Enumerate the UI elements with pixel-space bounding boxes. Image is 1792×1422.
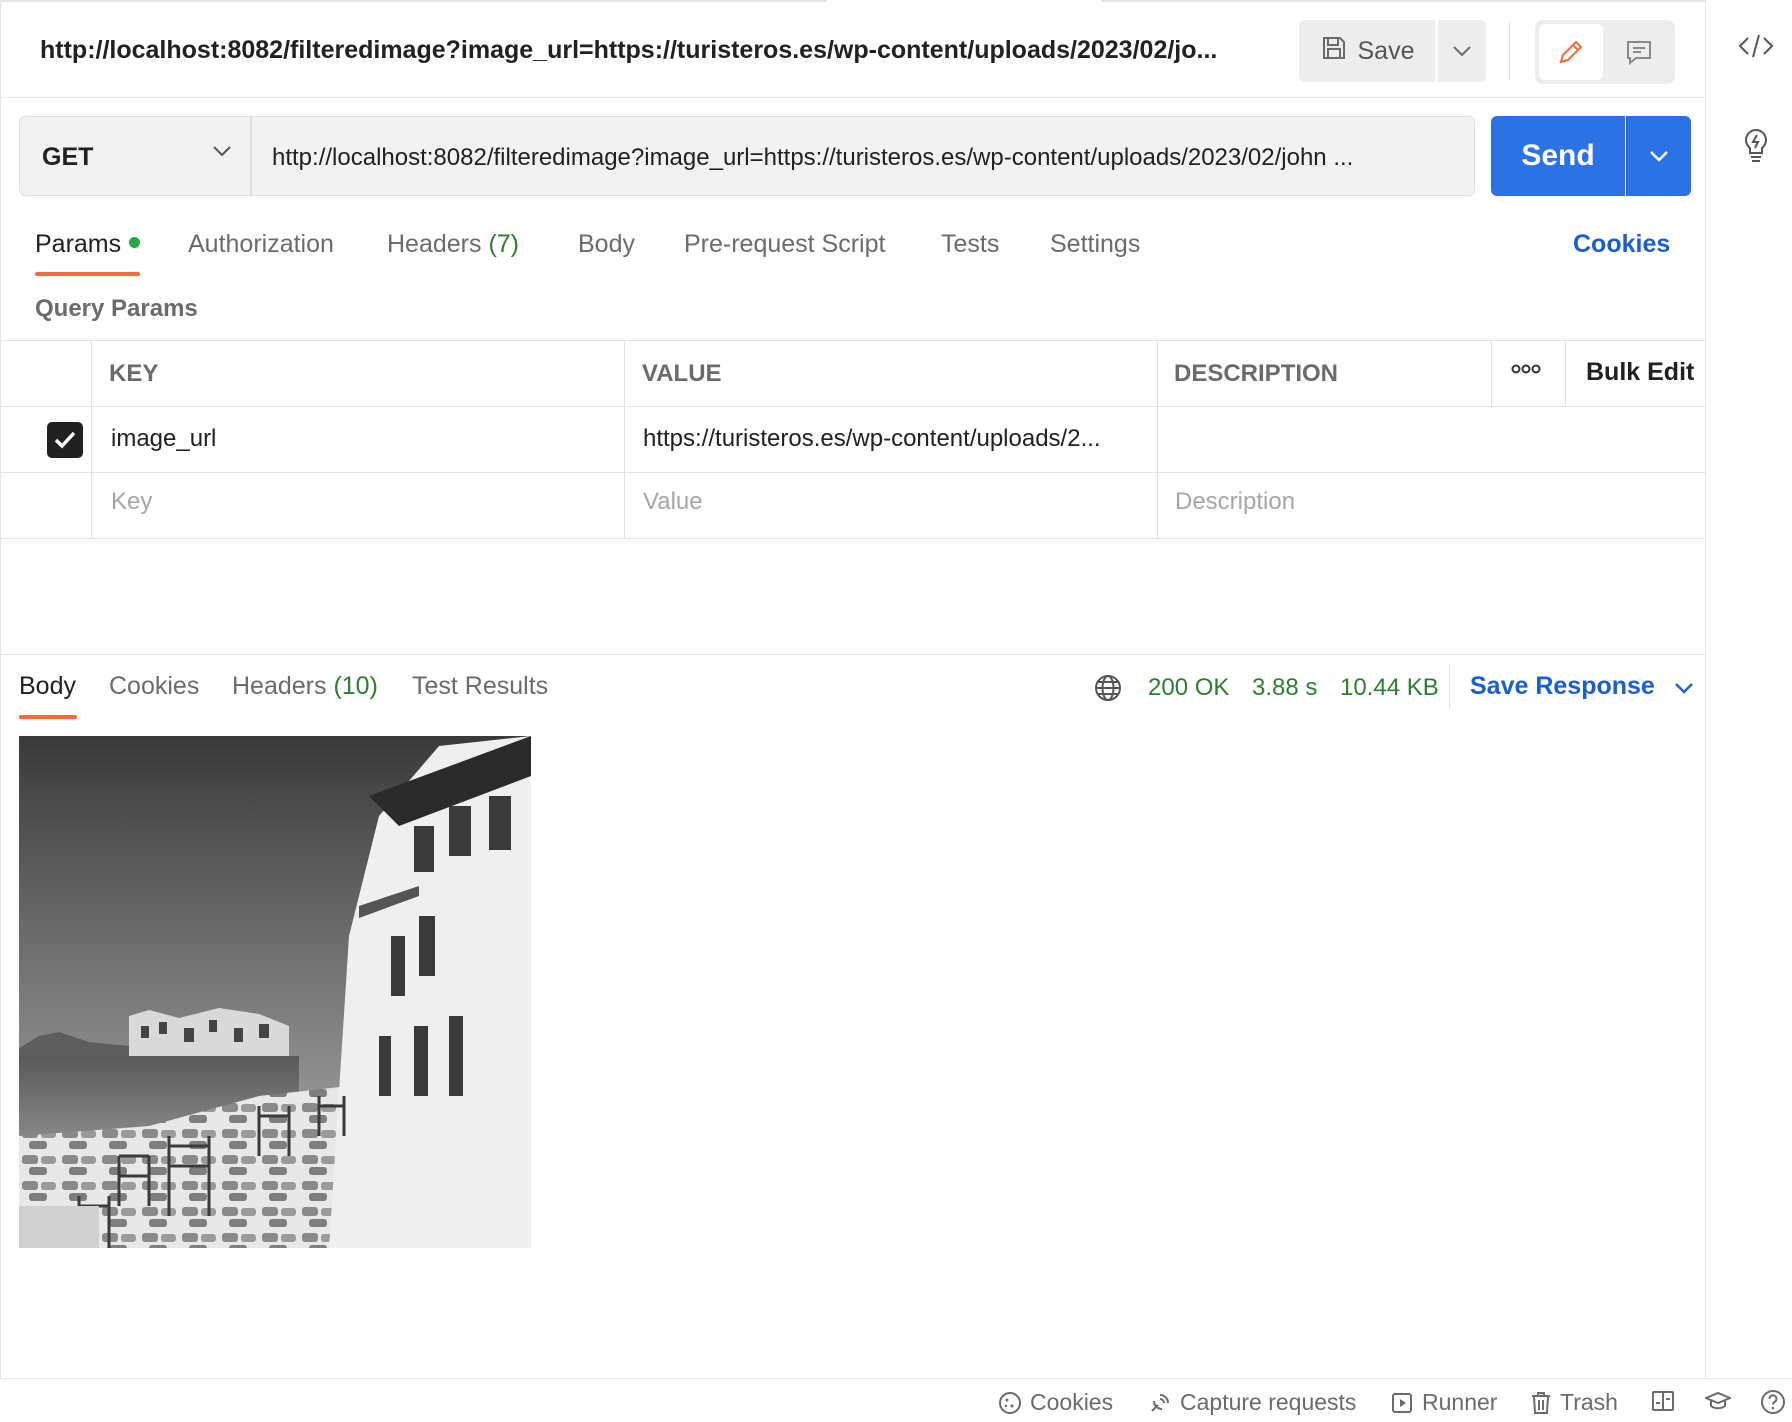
column-divider bbox=[1565, 340, 1566, 406]
query-params-table: KEY VALUE DESCRIPTION Bulk Edit image_ur… bbox=[1, 340, 1707, 540]
column-header-description: DESCRIPTION bbox=[1174, 360, 1339, 387]
tab-params-label: Params bbox=[35, 230, 122, 258]
active-response-tab-underline bbox=[19, 715, 77, 719]
trash-icon bbox=[1532, 1391, 1550, 1414]
response-divider[interactable] bbox=[1, 654, 1707, 655]
more-options-button[interactable] bbox=[1511, 362, 1541, 381]
url-input[interactable]: http://localhost:8082/filteredimage?imag… bbox=[251, 116, 1475, 196]
new-value-input[interactable]: Value bbox=[643, 488, 703, 516]
tab-params[interactable]: Params bbox=[35, 230, 141, 259]
two-pane-icon[interactable] bbox=[1651, 1389, 1675, 1418]
statusbar-runner[interactable]: Runner bbox=[1390, 1389, 1497, 1416]
more-horizontal-icon bbox=[1511, 364, 1541, 374]
response-headers-label: Headers bbox=[232, 672, 327, 700]
right-sidebar bbox=[1706, 0, 1792, 1378]
statusbar-trash-label: Trash bbox=[1560, 1389, 1618, 1415]
chevron-down-icon bbox=[1650, 151, 1668, 162]
new-description-input[interactable]: Description bbox=[1175, 488, 1295, 516]
divider bbox=[1509, 22, 1510, 80]
chevron-down-icon bbox=[1674, 683, 1693, 694]
response-tab-test-results[interactable]: Test Results bbox=[412, 672, 548, 701]
tab-prerequest-script[interactable]: Pre-request Script bbox=[684, 230, 885, 259]
send-options-button[interactable] bbox=[1626, 116, 1691, 196]
pencil-icon bbox=[1559, 40, 1583, 64]
edit-mode-button[interactable] bbox=[1539, 24, 1603, 80]
globe-icon[interactable] bbox=[1093, 673, 1123, 708]
chevron-down-icon bbox=[1453, 46, 1471, 57]
response-status[interactable]: 200 OK bbox=[1148, 674, 1229, 702]
response-time[interactable]: 3.88 s bbox=[1252, 674, 1317, 702]
cookies-link[interactable]: Cookies bbox=[1573, 230, 1670, 259]
headers-count: (7) bbox=[488, 230, 520, 258]
statusbar-trash[interactable]: Trash bbox=[1530, 1389, 1618, 1416]
save-options-button[interactable] bbox=[1438, 20, 1486, 82]
table-border bbox=[1, 406, 1707, 407]
request-panel: http://localhost:8082/filteredimage?imag… bbox=[0, 0, 1707, 1378]
tab-tests[interactable]: Tests bbox=[941, 230, 999, 259]
response-tab-body[interactable]: Body bbox=[19, 672, 76, 701]
chevron-down-icon bbox=[213, 146, 231, 157]
play-icon bbox=[1392, 1392, 1412, 1413]
comment-mode-button[interactable] bbox=[1607, 24, 1671, 80]
save-response-label: Save Response bbox=[1470, 672, 1655, 700]
save-button[interactable]: Save bbox=[1299, 20, 1435, 82]
new-key-input[interactable]: Key bbox=[111, 488, 152, 516]
param-key-cell[interactable]: image_url bbox=[111, 425, 611, 453]
request-title[interactable]: http://localhost:8082/filteredimage?imag… bbox=[40, 36, 1240, 65]
query-params-heading: Query Params bbox=[35, 295, 198, 322]
help-icon[interactable] bbox=[1760, 1389, 1786, 1420]
column-header-key: KEY bbox=[109, 360, 159, 387]
cookie-icon bbox=[999, 1391, 1021, 1414]
method-label: GET bbox=[42, 143, 94, 171]
column-divider bbox=[91, 340, 92, 538]
request-title-bar: http://localhost:8082/filteredimage?imag… bbox=[1, 2, 1707, 98]
column-divider bbox=[1491, 340, 1492, 406]
response-tab-headers[interactable]: Headers (10) bbox=[232, 672, 378, 701]
column-divider bbox=[624, 340, 625, 538]
response-image bbox=[19, 736, 531, 1248]
active-tab-underline bbox=[35, 272, 140, 276]
tab-authorization[interactable]: Authorization bbox=[188, 230, 334, 259]
bulk-edit-button[interactable]: Bulk Edit bbox=[1586, 358, 1694, 387]
save-label: Save bbox=[1357, 36, 1415, 65]
response-headers-count: (10) bbox=[333, 672, 378, 700]
param-value-cell[interactable]: https://turisteros.es/wp-content/uploads… bbox=[643, 425, 1148, 453]
statusbar-runner-label: Runner bbox=[1422, 1389, 1498, 1415]
table-border bbox=[1, 538, 1707, 539]
mode-toggle bbox=[1535, 20, 1675, 84]
statusbar-cookies-label: Cookies bbox=[1030, 1389, 1114, 1415]
code-icon[interactable] bbox=[1738, 32, 1774, 65]
lightbulb-icon[interactable] bbox=[1738, 126, 1774, 169]
tab-headers-label: Headers bbox=[387, 230, 482, 258]
save-icon bbox=[1320, 34, 1348, 69]
status-bar: Cookies Capture requests Runner Trash bbox=[0, 1378, 1792, 1422]
column-divider bbox=[1157, 340, 1158, 538]
params-active-dot bbox=[129, 236, 141, 248]
response-size[interactable]: 10.44 KB bbox=[1340, 674, 1439, 702]
method-select[interactable]: GET bbox=[19, 116, 251, 196]
url-text: http://localhost:8082/filteredimage?imag… bbox=[272, 144, 1354, 171]
checkmark-icon bbox=[54, 431, 76, 449]
tab-settings[interactable]: Settings bbox=[1050, 230, 1140, 259]
divider bbox=[1449, 664, 1450, 708]
save-response-button[interactable]: Save Response bbox=[1470, 672, 1694, 701]
comment-icon bbox=[1627, 41, 1651, 66]
send-button[interactable]: Send bbox=[1491, 116, 1625, 196]
statusbar-capture-requests[interactable]: Capture requests bbox=[1148, 1389, 1356, 1416]
column-header-value: VALUE bbox=[642, 360, 722, 387]
statusbar-cookies[interactable]: Cookies bbox=[998, 1389, 1113, 1416]
request-tabs: Params Authorization Headers (7) Body Pr… bbox=[1, 222, 1707, 278]
graduation-cap-icon[interactable] bbox=[1703, 1389, 1733, 1418]
table-border bbox=[1, 472, 1707, 473]
satellite-icon bbox=[1151, 1393, 1169, 1412]
tab-body[interactable]: Body bbox=[578, 230, 635, 259]
statusbar-capture-label: Capture requests bbox=[1180, 1389, 1357, 1415]
response-tab-cookies[interactable]: Cookies bbox=[109, 672, 199, 701]
tab-headers[interactable]: Headers (7) bbox=[387, 230, 519, 259]
table-border bbox=[1, 340, 1707, 341]
param-enabled-checkbox[interactable] bbox=[47, 422, 83, 458]
